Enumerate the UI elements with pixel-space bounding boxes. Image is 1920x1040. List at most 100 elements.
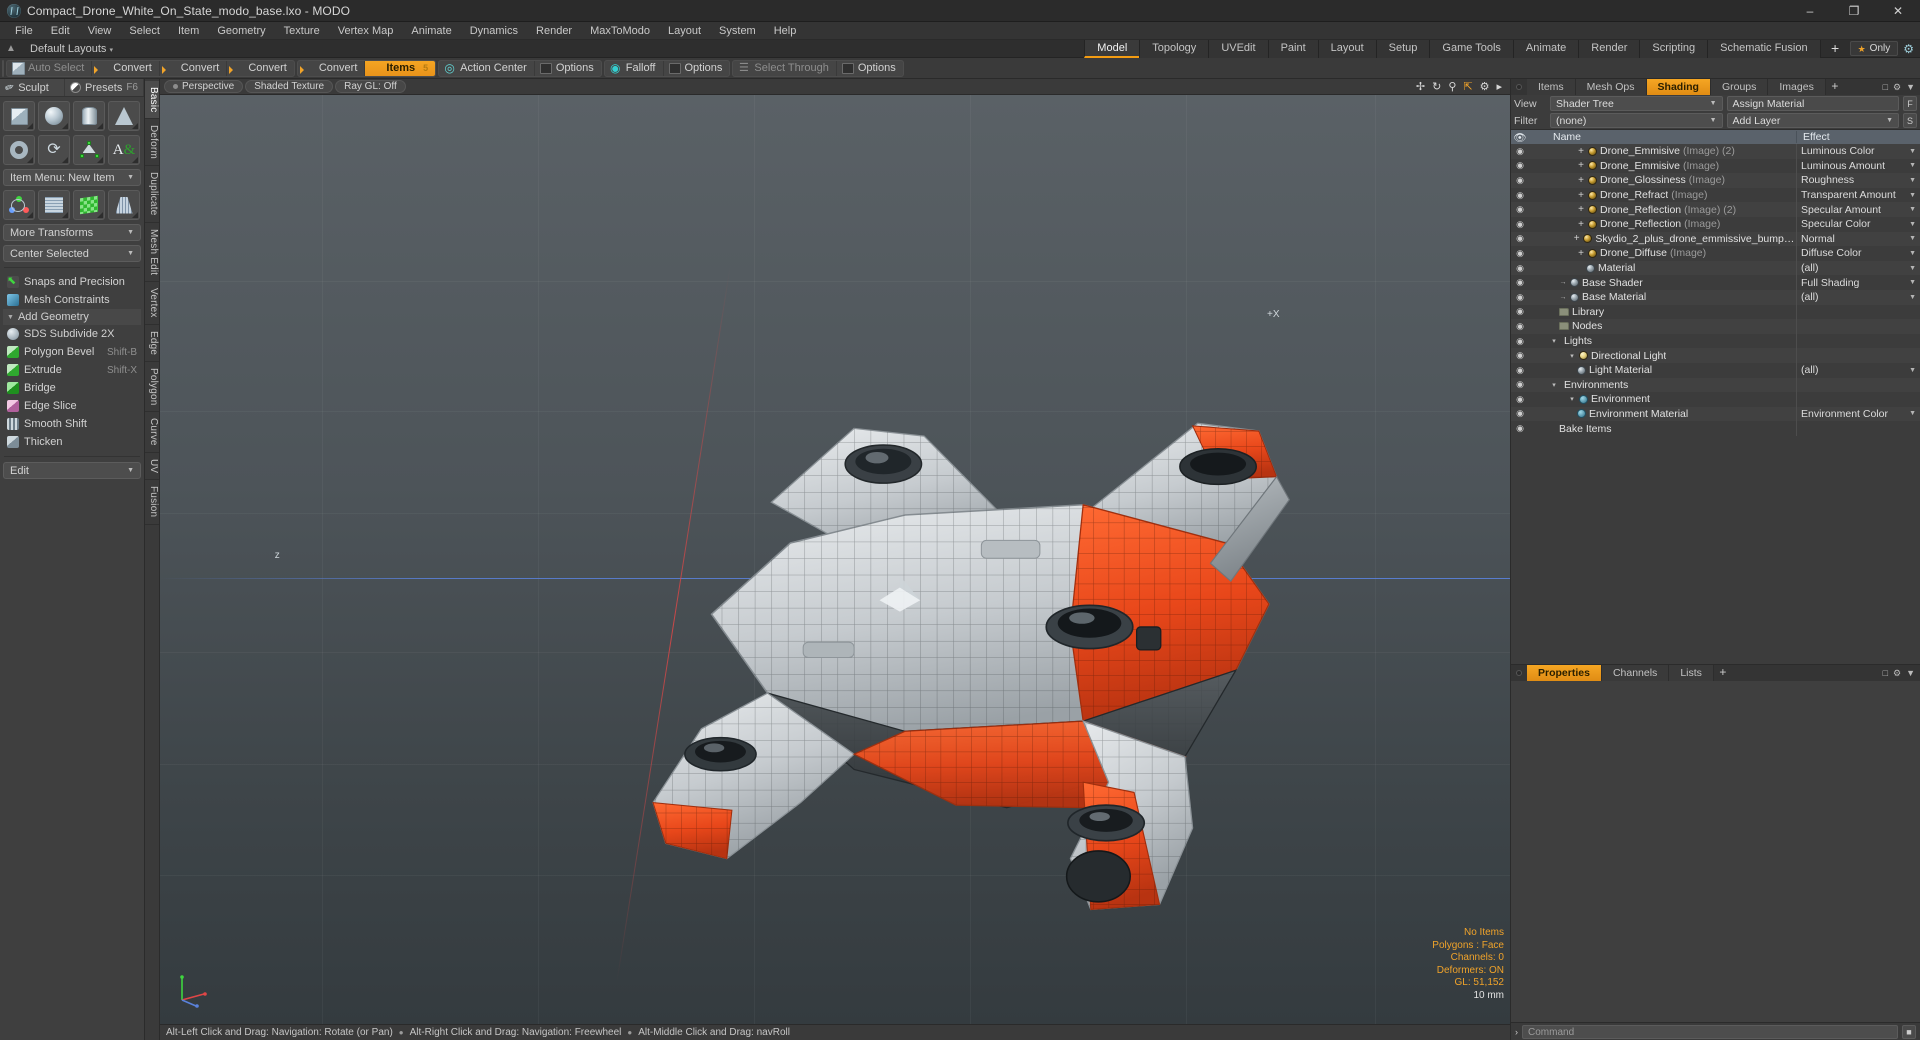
- polygon-bevel-item[interactable]: Polygon Bevel Shift-B: [3, 343, 141, 361]
- visibility-eye-icon[interactable]: ◉: [1511, 146, 1529, 157]
- vtab-duplicate[interactable]: Duplicate: [145, 166, 159, 223]
- shader-effect-dropdown[interactable]: Normal ▼: [1796, 231, 1920, 247]
- add-layer-extra-button[interactable]: S: [1903, 113, 1917, 128]
- add-tab-button[interactable]: +: [1819, 39, 1850, 58]
- collapse-triangle-icon[interactable]: →: [1559, 294, 1567, 301]
- tab-groups[interactable]: Groups: [1710, 79, 1769, 95]
- default-layouts-dropdown[interactable]: Default Layouts ▾: [22, 43, 121, 55]
- vtab-vertex[interactable]: Vertex: [145, 282, 159, 325]
- visibility-eye-icon[interactable]: ◉: [1511, 219, 1529, 230]
- visibility-eye-icon[interactable]: ◉: [1511, 248, 1529, 259]
- shader-tree-row[interactable]: ◉ + Drone_Emmisive (Image) Luminous Amount ▼: [1511, 158, 1920, 174]
- select-through-button[interactable]: ☰ Select Through: [733, 60, 837, 76]
- shader-tree-row[interactable]: ◉ + Drone_Diffuse (Image) Diffuse Color ▼: [1511, 246, 1920, 261]
- vtab-polygon[interactable]: Polygon: [145, 362, 159, 413]
- shader-tree-row[interactable]: ◉ ▾ Directional Light: [1511, 348, 1920, 363]
- lattice-tool[interactable]: [108, 190, 140, 220]
- tab-shading[interactable]: Shading: [1646, 79, 1711, 95]
- rotate-icon[interactable]: ↻: [1432, 81, 1441, 93]
- assign-material-extra-button[interactable]: F: [1903, 96, 1917, 111]
- deform-tool[interactable]: [73, 190, 105, 220]
- shader-tree-row[interactable]: ◉ ▾ Environments: [1511, 377, 1920, 393]
- tab-mesh-ops[interactable]: Mesh Ops: [1575, 79, 1647, 95]
- gear-icon[interactable]: ⚙: [1903, 42, 1914, 56]
- action-center-button[interactable]: ◎ Action Center: [439, 60, 535, 76]
- add-panel-tab-button[interactable]: +: [1826, 79, 1844, 95]
- visibility-eye-icon[interactable]: ◉: [1511, 423, 1529, 434]
- gear-icon[interactable]: ⚙: [1480, 81, 1490, 93]
- shader-tree-row[interactable]: ◉ Environment Material Environment Color ▼: [1511, 406, 1920, 422]
- vtab-mesh-edit[interactable]: Mesh Edit: [145, 223, 159, 283]
- viewport-shading-dropdown[interactable]: Shaded Texture: [245, 80, 334, 93]
- collapse-triangle-icon[interactable]: ▾: [1550, 337, 1558, 345]
- menu-edit[interactable]: Edit: [42, 22, 79, 40]
- tab-lists[interactable]: Lists: [1669, 665, 1714, 681]
- shader-tree-row[interactable]: ◉ + Drone_Emmisive (Image) (2) Luminous Col…: [1511, 144, 1920, 159]
- expand-plus-icon[interactable]: +: [1573, 233, 1580, 244]
- shader-tree-row[interactable]: ◉ + Skydio_2_plus_drone_emmissive_bump_bak…: [1511, 231, 1920, 247]
- visibility-eye-icon[interactable]: ◉: [1511, 350, 1529, 361]
- edge-slice-item[interactable]: Edge Slice: [3, 397, 141, 415]
- presets-tab[interactable]: Presets F6: [65, 79, 144, 96]
- thicken-item[interactable]: Thicken: [3, 433, 141, 451]
- falloff-options-button[interactable]: Options: [664, 61, 730, 76]
- menu-vertex-map[interactable]: Vertex Map: [329, 22, 403, 40]
- visibility-eye-icon[interactable]: ◉: [1511, 204, 1529, 215]
- menu-geometry[interactable]: Geometry: [208, 22, 274, 40]
- convert-button-1[interactable]: Convert: [92, 60, 160, 76]
- menu-animate[interactable]: Animate: [402, 22, 460, 40]
- tab-topology[interactable]: Topology: [1139, 39, 1209, 58]
- shader-effect-dropdown[interactable]: Specular Color ▼: [1796, 216, 1920, 232]
- close-button[interactable]: ✕: [1876, 0, 1920, 22]
- filter-dropdown[interactable]: (none) ▼: [1550, 113, 1723, 128]
- fit-icon[interactable]: ⇱: [1463, 81, 1472, 93]
- convert-button-3[interactable]: Convert: [227, 61, 294, 76]
- collapse-triangle-icon[interactable]: ▾: [1568, 395, 1576, 403]
- menu-view[interactable]: View: [79, 22, 121, 40]
- only-toggle[interactable]: ★ Only: [1849, 41, 1899, 56]
- add-geometry-header[interactable]: ▼ Add Geometry: [3, 309, 141, 325]
- assign-material-button[interactable]: Assign Material: [1726, 96, 1899, 111]
- maximize-button[interactable]: ❐: [1832, 0, 1876, 22]
- tab-animate[interactable]: Animate: [1512, 39, 1579, 58]
- visibility-eye-icon[interactable]: ◉: [1511, 263, 1529, 274]
- shader-tree-row[interactable]: ◉ Material (all) ▼: [1511, 260, 1920, 276]
- shader-effect-dropdown[interactable]: Specular Amount ▼: [1796, 202, 1920, 217]
- shader-tree-row[interactable]: ◉ + Drone_Refract (Image) Transparent Amoun…: [1511, 187, 1920, 203]
- expand-plus-icon[interactable]: +: [1577, 219, 1585, 230]
- properties-gear-icon[interactable]: ⚙: [1893, 668, 1901, 679]
- shader-tree-row[interactable]: ◉ Library: [1511, 304, 1920, 320]
- convert-button-2[interactable]: Convert: [160, 60, 228, 76]
- move-icon[interactable]: ✢: [1416, 81, 1425, 93]
- vtab-curve[interactable]: Curve: [145, 412, 159, 454]
- tab-game-tools[interactable]: Game Tools: [1429, 39, 1513, 58]
- item-menu-dropdown[interactable]: Item Menu: New Item ▼: [3, 169, 141, 186]
- menu-texture[interactable]: Texture: [275, 22, 329, 40]
- visibility-eye-icon[interactable]: ◉: [1511, 365, 1529, 376]
- tab-render[interactable]: Render: [1578, 39, 1640, 58]
- menu-select[interactable]: Select: [120, 22, 169, 40]
- shader-tree-row[interactable]: ◉ Nodes: [1511, 319, 1920, 334]
- shader-tree-row[interactable]: ◉ + Drone_Reflection (Image) Specular Color…: [1511, 216, 1920, 232]
- shader-effect-dropdown[interactable]: Roughness ▼: [1796, 173, 1920, 188]
- center-selected-dropdown[interactable]: Center Selected ▼: [3, 245, 141, 262]
- tab-paint[interactable]: Paint: [1267, 39, 1318, 58]
- tab-properties[interactable]: Properties: [1527, 665, 1602, 681]
- cone-primitive[interactable]: [108, 101, 140, 131]
- auto-select-button[interactable]: Auto Select: [7, 60, 93, 76]
- tab-schematic-fusion[interactable]: Schematic Fusion: [1707, 39, 1820, 58]
- tab-layout[interactable]: Layout: [1317, 39, 1376, 58]
- vtab-uv[interactable]: UV: [145, 453, 159, 481]
- command-input[interactable]: Command: [1522, 1024, 1898, 1039]
- mesh-constraints-item[interactable]: Mesh Constraints: [3, 291, 141, 309]
- visibility-eye-icon[interactable]: ◉: [1511, 321, 1529, 332]
- extrude-item[interactable]: Extrude Shift-X: [3, 361, 141, 379]
- properties-popout-icon[interactable]: □: [1883, 668, 1888, 678]
- convert-button-4[interactable]: Convert: [298, 60, 366, 76]
- menu-file[interactable]: File: [6, 22, 42, 40]
- items-mode-button[interactable]: Items 5: [365, 60, 436, 76]
- panel-close-icon[interactable]: ▼: [1906, 82, 1915, 92]
- visibility-eye-icon[interactable]: ◉: [1511, 190, 1529, 201]
- expand-plus-icon[interactable]: +: [1577, 248, 1585, 259]
- shader-tree-row[interactable]: ◉ ▾ Environment: [1511, 392, 1920, 407]
